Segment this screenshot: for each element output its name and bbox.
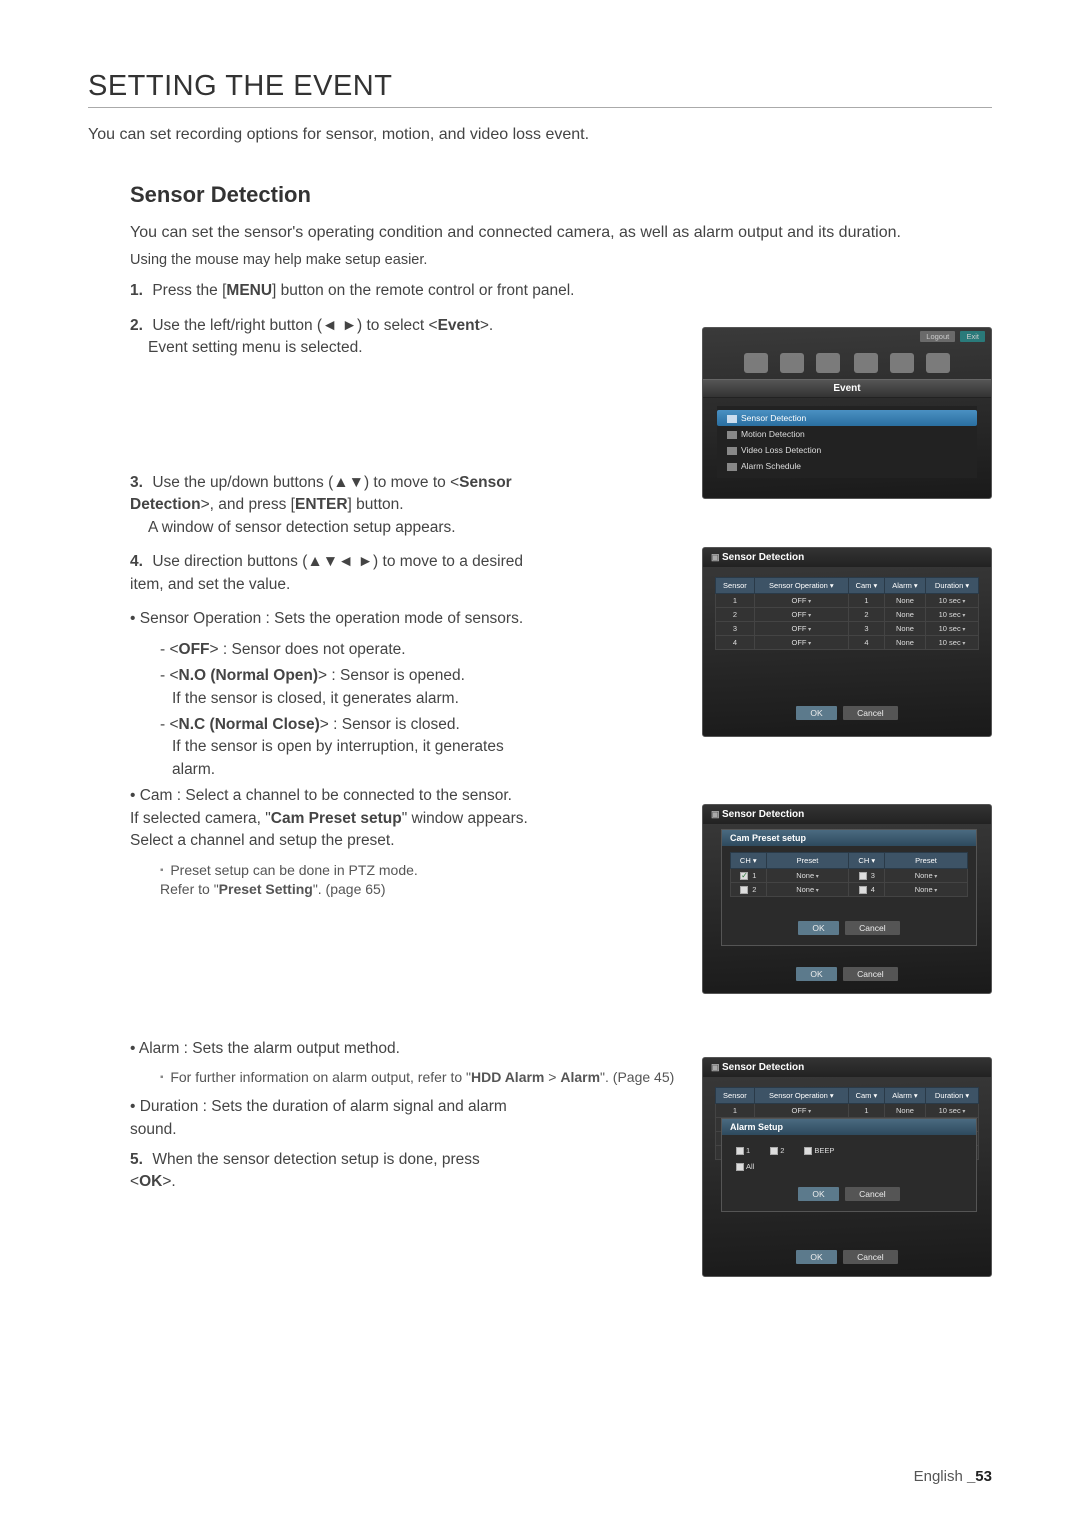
figure-alarm-setup: Sensor Detection SensorSensor Operation … — [702, 1057, 992, 1277]
table-row: 1OFF1None10 sec — [716, 594, 979, 608]
cancel-button[interactable]: Cancel — [843, 1250, 897, 1264]
table-row: 4OFF4None10 sec — [716, 636, 979, 650]
cancel-button[interactable]: Cancel — [843, 967, 897, 981]
clock-icon — [727, 463, 737, 471]
ok-button[interactable]: OK — [798, 1187, 838, 1201]
page-footer: English _53 — [914, 1468, 992, 1485]
shield-icon — [727, 415, 737, 423]
menu-icon[interactable] — [816, 353, 840, 373]
figure-event-menu: Logout Exit Event Sensor Detection Motio… — [702, 327, 992, 499]
menu-icon[interactable] — [854, 353, 878, 373]
step-1: 1. Press the [MENU] button on the remote… — [130, 280, 992, 302]
ok-button[interactable]: OK — [796, 967, 836, 981]
bullet-sensor-op: Sensor Operation : Sets the operation mo… — [130, 608, 528, 630]
menu-video-loss[interactable]: Video Loss Detection — [717, 442, 977, 458]
sub-nc: <N.C (Normal Close)> : Sensor is closed.… — [160, 714, 528, 781]
checkbox[interactable] — [859, 872, 867, 880]
sub-off: <OFF> : Sensor does not operate. — [160, 639, 528, 661]
cancel-button[interactable]: Cancel — [843, 706, 897, 720]
menu-motion-detection[interactable]: Motion Detection — [717, 426, 977, 442]
checkbox[interactable] — [736, 1163, 744, 1171]
page-title: SETTING THE EVENT — [88, 70, 992, 108]
table-row: 1 None 3 None — [731, 869, 968, 883]
panel-title: Sensor Detection — [703, 548, 991, 567]
video-icon — [727, 447, 737, 455]
table-row: 2 None 4 None — [731, 883, 968, 897]
event-ribbon: Event — [703, 379, 991, 398]
menu-alarm-schedule[interactable]: Alarm Schedule — [717, 458, 977, 474]
step-4: 4. Use direction buttons (▲▼◄ ►) to move… — [130, 551, 528, 596]
overlay-title: Cam Preset setup — [722, 830, 976, 846]
bullet-cam: Cam : Select a channel to be connected t… — [130, 785, 528, 852]
section-note: Using the mouse may help make setup easi… — [130, 252, 992, 268]
cancel-button[interactable]: Cancel — [845, 1187, 899, 1201]
sensor-table: Sensor Sensor Operation ▾ Cam ▾ Alarm ▾ … — [715, 577, 979, 650]
table-row: 2OFF2None10 sec — [716, 608, 979, 622]
ok-button[interactable]: OK — [796, 1250, 836, 1264]
cancel-button[interactable]: Cancel — [845, 921, 899, 935]
step-2: 2. Use the left/right button (◄ ►) to se… — [130, 315, 528, 360]
checkbox[interactable] — [740, 886, 748, 894]
step-5: 5. When the sensor detection setup is do… — [130, 1149, 528, 1194]
panel-title: Sensor Detection — [703, 1058, 991, 1077]
exit-button[interactable]: Exit — [960, 331, 985, 342]
overlay-title: Alarm Setup — [722, 1119, 976, 1135]
menu-icon[interactable] — [890, 353, 914, 373]
step-3: 3. Use the up/down buttons (▲▼) to move … — [130, 472, 528, 539]
logout-button[interactable]: Logout — [920, 331, 955, 342]
checkbox[interactable] — [736, 1147, 744, 1155]
tip-preset-ptz: Preset setup can be done in PTZ mode.Ref… — [160, 861, 528, 900]
menu-icon[interactable] — [780, 353, 804, 373]
figure-sensor-detection: Sensor Detection Sensor Sensor Operation… — [702, 547, 992, 737]
menu-icon[interactable] — [926, 353, 950, 373]
menu-sensor-detection[interactable]: Sensor Detection — [717, 410, 977, 426]
table-row: 3OFF3None10 sec — [716, 622, 979, 636]
menu-icon[interactable] — [744, 353, 768, 373]
checkbox[interactable] — [740, 872, 748, 880]
checkbox[interactable] — [859, 886, 867, 894]
bullet-duration: Duration : Sets the duration of alarm si… — [130, 1096, 528, 1141]
checkbox[interactable] — [770, 1147, 778, 1155]
menu-icons — [703, 345, 991, 379]
checkbox[interactable] — [804, 1147, 812, 1155]
table-row: 1OFF1None10 sec — [716, 1104, 979, 1118]
ok-button[interactable]: OK — [796, 706, 836, 720]
sub-no: <N.O (Normal Open)> : Sensor is opened.I… — [160, 665, 528, 710]
figure-cam-preset: Sensor Detection Cam Preset setup CH ▾ P… — [702, 804, 992, 994]
section-title: Sensor Detection — [130, 182, 992, 208]
section-desc: You can set the sensor's operating condi… — [130, 222, 992, 244]
motion-icon — [727, 431, 737, 439]
ok-button[interactable]: OK — [798, 921, 838, 935]
intro-text: You can set recording options for sensor… — [88, 126, 992, 144]
panel-title: Sensor Detection — [703, 805, 991, 824]
